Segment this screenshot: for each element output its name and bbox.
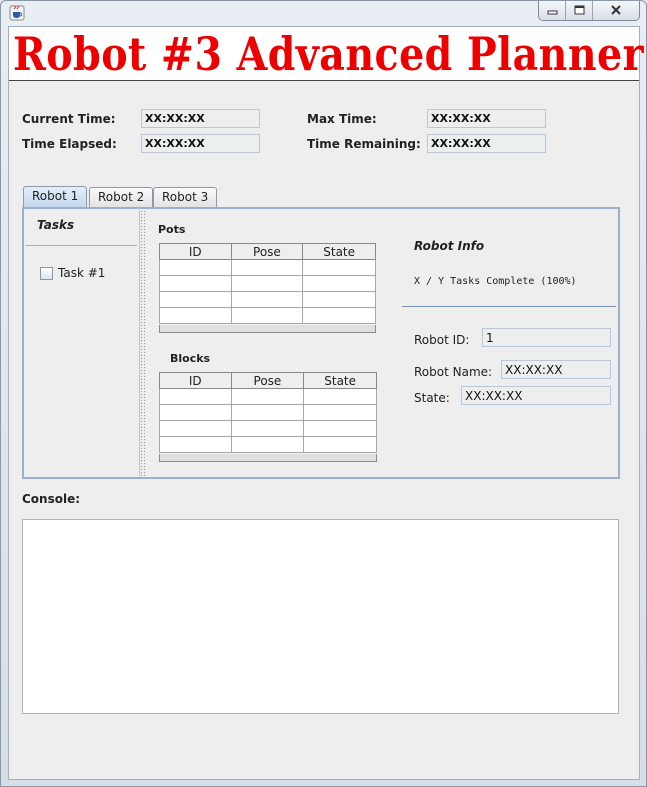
column-header[interactable]: ID: [159, 372, 232, 389]
maximize-button[interactable]: [566, 1, 593, 20]
title-bar[interactable]: [1, 1, 646, 25]
table-cell[interactable]: [230, 259, 304, 276]
robot-name-label: Robot Name:: [414, 365, 493, 379]
table-cell[interactable]: [230, 275, 304, 292]
time-elapsed-label: Time Elapsed:: [22, 137, 117, 151]
close-icon: [610, 4, 622, 18]
blocks-table: ID Pose State: [159, 372, 377, 453]
task-item[interactable]: Task #1: [40, 266, 105, 280]
banner: Robot #3 Advanced Planner: [9, 27, 644, 81]
table-cell[interactable]: [230, 436, 305, 453]
robot-info-title: Robot Info: [414, 239, 485, 253]
max-time-field[interactable]: XX:XX:XX: [427, 109, 546, 128]
table-cell[interactable]: [159, 291, 232, 308]
app-title: Robot #3 Advanced Planner: [13, 27, 644, 81]
tasks-pane: Tasks Task #1: [25, 210, 140, 476]
table-cell[interactable]: [302, 307, 376, 324]
table-cell[interactable]: [159, 436, 232, 453]
table-row[interactable]: [159, 420, 377, 437]
robot-id-field[interactable]: 1: [482, 328, 611, 347]
column-header[interactable]: Pose: [230, 372, 305, 389]
column-header[interactable]: Pose: [230, 243, 304, 260]
table-row[interactable]: [159, 291, 376, 308]
table-cell[interactable]: [159, 388, 232, 405]
table-cell[interactable]: [302, 275, 376, 292]
table-cell[interactable]: [230, 420, 305, 437]
tab-robot-3[interactable]: Robot 3: [153, 187, 218, 207]
table-row[interactable]: [159, 404, 377, 421]
table-cell[interactable]: [230, 404, 305, 421]
tasks-title: Tasks: [37, 218, 75, 232]
column-header[interactable]: State: [302, 243, 376, 260]
robot-name-field[interactable]: XX:XX:XX: [501, 360, 611, 379]
robot-info-divider: [402, 306, 616, 307]
table-cell[interactable]: [230, 307, 304, 324]
table-cell[interactable]: [230, 291, 304, 308]
time-elapsed-field[interactable]: XX:XX:XX: [141, 134, 260, 153]
table-cell[interactable]: [303, 388, 377, 405]
window-controls: [538, 1, 640, 21]
task-label: Task #1: [58, 266, 106, 280]
table-cell[interactable]: [159, 404, 232, 421]
robot-state-label: State:: [414, 391, 450, 405]
robot-id-label: Robot ID:: [414, 333, 470, 347]
console-label: Console:: [22, 492, 81, 506]
tasks-progress-text: X / Y Tasks Complete (100%): [414, 276, 577, 287]
maximize-icon: [574, 4, 585, 18]
blocks-table-footer: [159, 454, 377, 462]
table-row[interactable]: [159, 259, 376, 276]
split-pane-divider[interactable]: [140, 210, 146, 476]
table-row[interactable]: [159, 388, 377, 405]
column-header[interactable]: ID: [159, 243, 232, 260]
table-row[interactable]: [159, 275, 376, 292]
table-cell[interactable]: [159, 275, 232, 292]
table-row[interactable]: [159, 436, 377, 453]
max-time-label: Max Time:: [307, 112, 377, 126]
pots-title: Pots: [158, 223, 186, 236]
pots-table: ID Pose State: [159, 243, 376, 324]
tasks-divider: [25, 245, 137, 246]
table-cell[interactable]: [303, 404, 377, 421]
close-button[interactable]: [593, 1, 639, 20]
blocks-title: Blocks: [170, 352, 211, 365]
robot-tab-panel: Tasks Task #1 Pots ID Pose State Blocks …: [22, 207, 620, 479]
console-text-area[interactable]: [22, 519, 619, 714]
table-cell[interactable]: [159, 259, 232, 276]
tab-robot-1[interactable]: Robot 1: [23, 186, 88, 207]
table-cell[interactable]: [302, 259, 376, 276]
current-time-field[interactable]: XX:XX:XX: [141, 109, 260, 128]
column-header[interactable]: State: [303, 372, 377, 389]
tab-robot-2[interactable]: Robot 2: [89, 187, 154, 207]
java-cup-icon: [9, 5, 25, 21]
table-cell[interactable]: [159, 307, 232, 324]
time-remaining-label: Time Remaining:: [307, 137, 421, 151]
table-cell[interactable]: [159, 420, 232, 437]
time-remaining-field[interactable]: XX:XX:XX: [427, 134, 546, 153]
application-window: Robot #3 Advanced Planner Current Time: …: [0, 0, 647, 787]
minimize-icon: [547, 4, 558, 18]
robot-state-field[interactable]: XX:XX:XX: [461, 386, 611, 405]
table-cell[interactable]: [302, 291, 376, 308]
task-checkbox[interactable]: [40, 266, 53, 280]
table-row[interactable]: [159, 307, 376, 324]
minimize-button[interactable]: [539, 1, 566, 20]
current-time-label: Current Time:: [22, 112, 116, 126]
content-pane: Robot #3 Advanced Planner Current Time: …: [8, 26, 644, 780]
table-cell[interactable]: [303, 436, 377, 453]
pots-table-footer: [159, 325, 376, 333]
table-cell[interactable]: [303, 420, 377, 437]
table-cell[interactable]: [230, 388, 305, 405]
